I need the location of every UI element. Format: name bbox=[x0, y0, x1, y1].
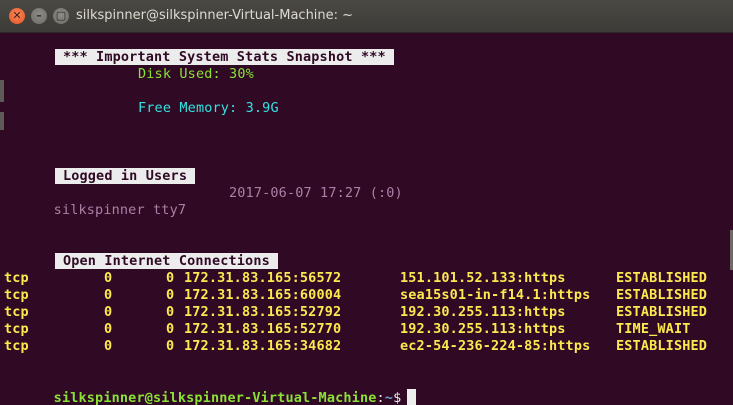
prompt-symbol: $ bbox=[393, 390, 402, 405]
user-tty: tty7 bbox=[153, 202, 187, 218]
conn-proto: tcp bbox=[4, 304, 29, 320]
conn-foreign-address: 151.101.52.133:https bbox=[400, 270, 566, 286]
conn-local-address: 172.31.83.165:60004 bbox=[184, 287, 342, 303]
logged-user-row: silkspinner tty7 bbox=[4, 185, 186, 236]
conn-recv-q: 0 bbox=[104, 287, 113, 303]
conn-local-address: 172.31.83.165:52792 bbox=[184, 304, 342, 320]
terminal-window: ✕ – ▢ silkspinner@silkspinner-Virtual-Ma… bbox=[0, 0, 733, 405]
maximize-icon[interactable]: ▢ bbox=[53, 8, 69, 24]
conn-recv-q: 0 bbox=[104, 270, 113, 286]
conn-recv-q: 0 bbox=[104, 321, 113, 337]
minimize-icon[interactable]: – bbox=[31, 8, 47, 24]
users-header: Logged in Users bbox=[54, 168, 196, 184]
left-edge-mark bbox=[0, 80, 4, 102]
conn-recv-q: 0 bbox=[104, 338, 113, 354]
free-memory-text: Free Memory: 3.9G bbox=[138, 100, 279, 116]
connections-header: Open Internet Connections bbox=[54, 253, 279, 269]
window-title: silkspinner@silkspinner-Virtual-Machine:… bbox=[76, 8, 354, 23]
conn-send-q: 0 bbox=[166, 304, 175, 320]
conn-foreign-address: sea15s01-in-f14.1:https bbox=[400, 287, 591, 303]
conn-foreign-address: 192.30.255.113:https bbox=[400, 321, 566, 337]
disk-used-text: Disk Used: 30% bbox=[138, 66, 254, 82]
conn-send-q: 0 bbox=[166, 287, 175, 303]
conn-state: ESTABLISHED bbox=[616, 338, 708, 354]
conn-state: ESTABLISHED bbox=[616, 287, 708, 303]
conn-state: TIME_WAIT bbox=[616, 321, 691, 337]
conn-send-q: 0 bbox=[166, 321, 175, 337]
conn-recv-q: 0 bbox=[104, 304, 113, 320]
stats-header: *** Important System Stats Snapshot *** bbox=[54, 49, 395, 65]
conn-send-q: 0 bbox=[166, 338, 175, 354]
terminal-content[interactable]: *** Important System Stats Snapshot *** … bbox=[0, 32, 733, 405]
title-bar[interactable]: ✕ – ▢ silkspinner@silkspinner-Virtual-Ma… bbox=[0, 0, 733, 33]
conn-foreign-address: 192.30.255.113:https bbox=[400, 304, 566, 320]
conn-proto: tcp bbox=[4, 287, 29, 303]
conn-foreign-address: ec2-54-236-224-85:https bbox=[400, 338, 591, 354]
conn-local-address: 172.31.83.165:34682 bbox=[184, 338, 342, 354]
shell-prompt[interactable]: silkspinner@silkspinner-Virtual-Machine:… bbox=[4, 372, 417, 405]
user-login-time: 2017-06-07 17:27 (:0) bbox=[229, 185, 403, 201]
conn-proto: tcp bbox=[4, 338, 29, 354]
conn-state: ESTABLISHED bbox=[616, 270, 708, 286]
prompt-colon: : bbox=[376, 390, 385, 405]
conn-proto: tcp bbox=[4, 321, 29, 337]
close-icon[interactable]: ✕ bbox=[9, 8, 25, 24]
user-name: silkspinner bbox=[53, 202, 145, 218]
left-edge-mark bbox=[0, 112, 4, 130]
conn-proto: tcp bbox=[4, 270, 29, 286]
prompt-path: ~ bbox=[384, 390, 394, 405]
conn-local-address: 172.31.83.165:56572 bbox=[184, 270, 342, 286]
text-cursor bbox=[407, 389, 417, 405]
prompt-user-host: silkspinner@silkspinner-Virtual-Machine bbox=[53, 390, 377, 405]
conn-local-address: 172.31.83.165:52770 bbox=[184, 321, 342, 337]
conn-state: ESTABLISHED bbox=[616, 304, 708, 320]
conn-send-q: 0 bbox=[166, 270, 175, 286]
